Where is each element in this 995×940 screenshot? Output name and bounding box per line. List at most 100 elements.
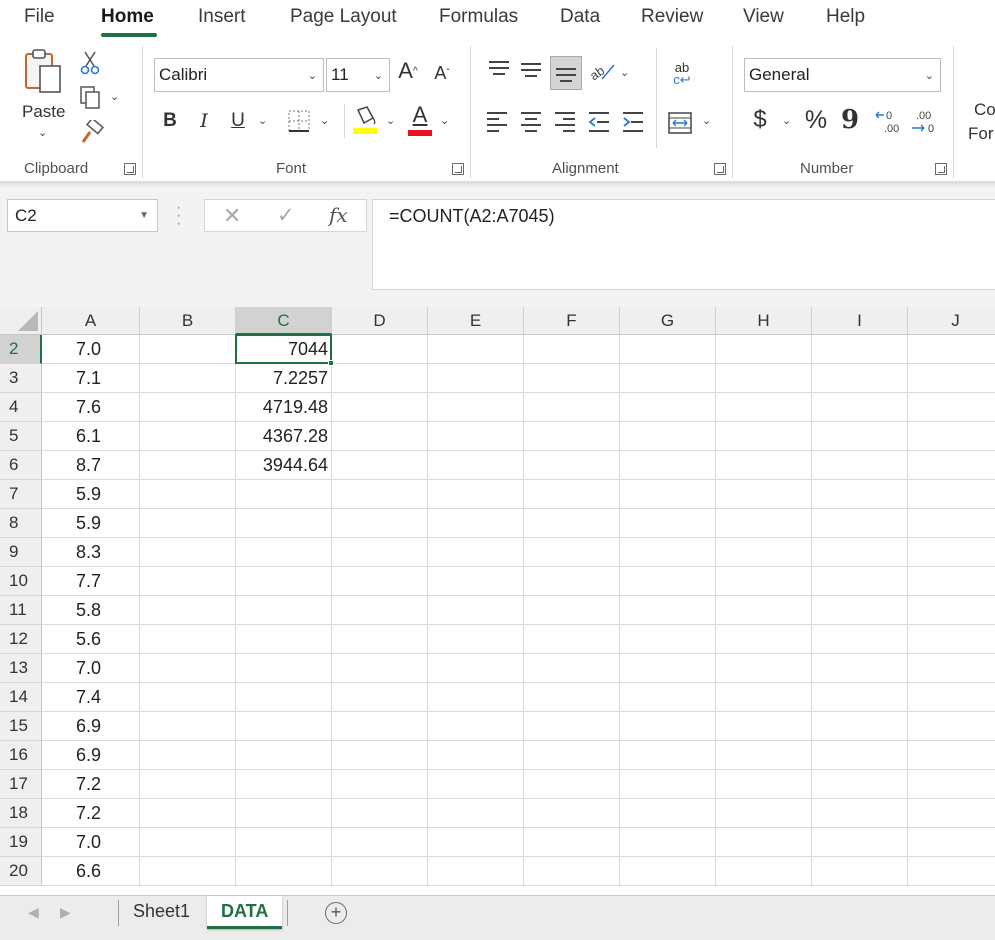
formula-input[interactable]: =COUNT(A2:A7045) [372,199,995,290]
cell-c8[interactable] [236,509,332,538]
cell-i20[interactable] [812,857,908,886]
cell-h6[interactable] [716,451,812,480]
cell-e4[interactable] [428,393,524,422]
cell-c13[interactable] [236,654,332,683]
cell-a14[interactable]: 7.4 [42,683,140,712]
middle-align-icon[interactable] [518,58,544,82]
cell-d12[interactable] [332,625,428,654]
font-size-combo[interactable]: 11 ⌄ [326,58,390,92]
cell-j15[interactable] [908,712,995,741]
cell-i9[interactable] [812,538,908,567]
cell-e12[interactable] [428,625,524,654]
cell-e20[interactable] [428,857,524,886]
cell-a5[interactable]: 6.1 [42,422,140,451]
cell-g7[interactable] [620,480,716,509]
merge-dropdown-icon[interactable]: ⌄ [702,114,711,127]
cell-d8[interactable] [332,509,428,538]
cell-c12[interactable] [236,625,332,654]
cell-h9[interactable] [716,538,812,567]
cell-g2[interactable] [620,335,716,364]
cell-e7[interactable] [428,480,524,509]
cell-i7[interactable] [812,480,908,509]
cell-h10[interactable] [716,567,812,596]
cell-j4[interactable] [908,393,995,422]
cell-j12[interactable] [908,625,995,654]
cell-i13[interactable] [812,654,908,683]
grow-font-button[interactable]: A ^ [396,56,420,86]
cell-i11[interactable] [812,596,908,625]
cell-b9[interactable] [140,538,236,567]
cell-d4[interactable] [332,393,428,422]
decrease-decimal-icon[interactable]: .00 0 [910,108,940,136]
cell-d15[interactable] [332,712,428,741]
cell-e10[interactable] [428,567,524,596]
cut-icon[interactable] [80,50,100,76]
paste-icon[interactable] [22,48,66,100]
cell-h8[interactable] [716,509,812,538]
column-header-a[interactable]: A [42,307,140,335]
cell-b17[interactable] [140,770,236,799]
conditional-formatting-label-line2[interactable]: For [968,124,994,144]
cell-j11[interactable] [908,596,995,625]
cell-d19[interactable] [332,828,428,857]
row-header[interactable]: 11 [0,596,42,625]
cell-c4[interactable]: 4719.48 [236,393,332,422]
cell-j7[interactable] [908,480,995,509]
cell-d13[interactable] [332,654,428,683]
cell-b6[interactable] [140,451,236,480]
cell-b19[interactable] [140,828,236,857]
cell-a15[interactable]: 6.9 [42,712,140,741]
cell-j5[interactable] [908,422,995,451]
cell-a19[interactable]: 7.0 [42,828,140,857]
cell-d14[interactable] [332,683,428,712]
cell-j18[interactable] [908,799,995,828]
cell-h4[interactable] [716,393,812,422]
cell-h16[interactable] [716,741,812,770]
row-header[interactable]: 9 [0,538,42,567]
underline-button[interactable]: U [226,106,250,136]
cell-j17[interactable] [908,770,995,799]
cell-b10[interactable] [140,567,236,596]
cell-e11[interactable] [428,596,524,625]
cell-h5[interactable] [716,422,812,451]
cell-c2[interactable]: 7044 [236,335,332,364]
row-header[interactable]: 8 [0,509,42,538]
cell-j9[interactable] [908,538,995,567]
align-center-icon[interactable] [518,110,544,134]
cell-j6[interactable] [908,451,995,480]
cell-i18[interactable] [812,799,908,828]
cell-g15[interactable] [620,712,716,741]
row-header[interactable]: 6 [0,451,42,480]
cell-a20[interactable]: 6.6 [42,857,140,886]
cell-f13[interactable] [524,654,620,683]
font-launcher-icon[interactable] [452,163,464,175]
cell-d18[interactable] [332,799,428,828]
cell-g12[interactable] [620,625,716,654]
cell-j10[interactable] [908,567,995,596]
row-header[interactable]: 18 [0,799,42,828]
cell-g8[interactable] [620,509,716,538]
cell-b18[interactable] [140,799,236,828]
cell-d7[interactable] [332,480,428,509]
prev-sheet-icon[interactable]: ◀ [28,904,39,921]
format-painter-icon[interactable] [78,120,104,146]
underline-dropdown-icon[interactable]: ⌄ [258,114,267,127]
align-right-icon[interactable] [552,110,578,134]
cancel-icon[interactable]: ✕ [223,203,241,229]
font-name-combo[interactable]: Calibri ⌄ [154,58,324,92]
alignment-launcher-icon[interactable] [714,163,726,175]
cell-h19[interactable] [716,828,812,857]
cell-c20[interactable] [236,857,332,886]
cell-g18[interactable] [620,799,716,828]
cell-a6[interactable]: 8.7 [42,451,140,480]
row-header[interactable]: 13 [0,654,42,683]
cell-a13[interactable]: 7.0 [42,654,140,683]
cell-c7[interactable] [236,480,332,509]
increase-decimal-icon[interactable]: 0.00 [874,108,904,136]
cell-h13[interactable] [716,654,812,683]
currency-button[interactable]: $ [748,104,772,136]
cell-d5[interactable] [332,422,428,451]
cell-a2[interactable]: 7.0 [42,335,140,364]
column-header-f[interactable]: F [524,307,620,335]
cell-c11[interactable] [236,596,332,625]
